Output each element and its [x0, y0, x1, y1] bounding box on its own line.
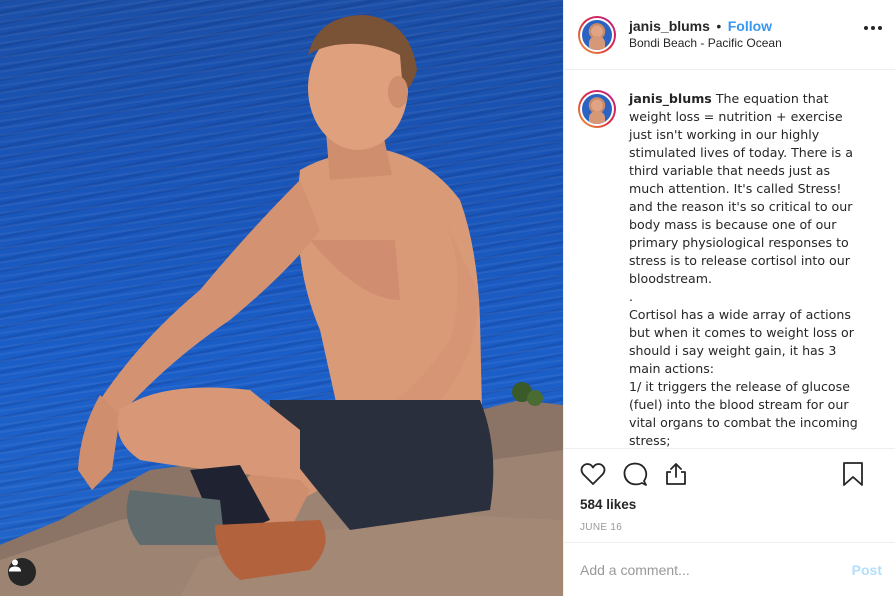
username-link[interactable]: janis_blums — [629, 18, 710, 34]
comment-icon[interactable] — [622, 461, 648, 487]
heart-icon[interactable] — [580, 462, 606, 486]
photo-illustration — [0, 15, 563, 596]
likes-count[interactable]: 584 likes — [580, 497, 880, 512]
comment-section: Post — [564, 542, 895, 596]
post-photo[interactable] — [0, 0, 563, 596]
more-options-icon[interactable] — [864, 26, 882, 30]
share-icon[interactable] — [664, 462, 688, 486]
post-date[interactable]: JUNE 16 — [580, 522, 880, 533]
caption-section: janis_blums The equation that weight los… — [564, 70, 895, 448]
bookmark-icon[interactable] — [842, 461, 864, 487]
follow-button[interactable]: Follow — [728, 18, 772, 34]
caption-username-link[interactable]: janis_blums — [629, 91, 712, 106]
caption-body: The equation that weight loss = nutritio… — [629, 91, 858, 448]
actions-section: 584 likes JUNE 16 — [564, 448, 895, 542]
tagged-user-button[interactable] — [8, 558, 36, 586]
post-header: janis_blums • Follow Bondi Beach - Pacif… — [564, 0, 895, 70]
comment-input[interactable] — [580, 561, 852, 578]
user-icon — [9, 559, 21, 572]
post-side-panel: janis_blums • Follow Bondi Beach - Pacif… — [563, 0, 895, 596]
avatar[interactable] — [578, 15, 616, 54]
caption-text: janis_blums The equation that weight los… — [629, 90, 869, 448]
header-text: janis_blums • Follow Bondi Beach - Pacif… — [629, 18, 782, 52]
separator-dot: • — [716, 17, 722, 34]
action-bar — [580, 459, 880, 489]
post-comment-button[interactable]: Post — [852, 562, 882, 578]
location-link[interactable]: Bondi Beach - Pacific Ocean — [629, 35, 782, 52]
caption-avatar[interactable] — [578, 90, 616, 128]
